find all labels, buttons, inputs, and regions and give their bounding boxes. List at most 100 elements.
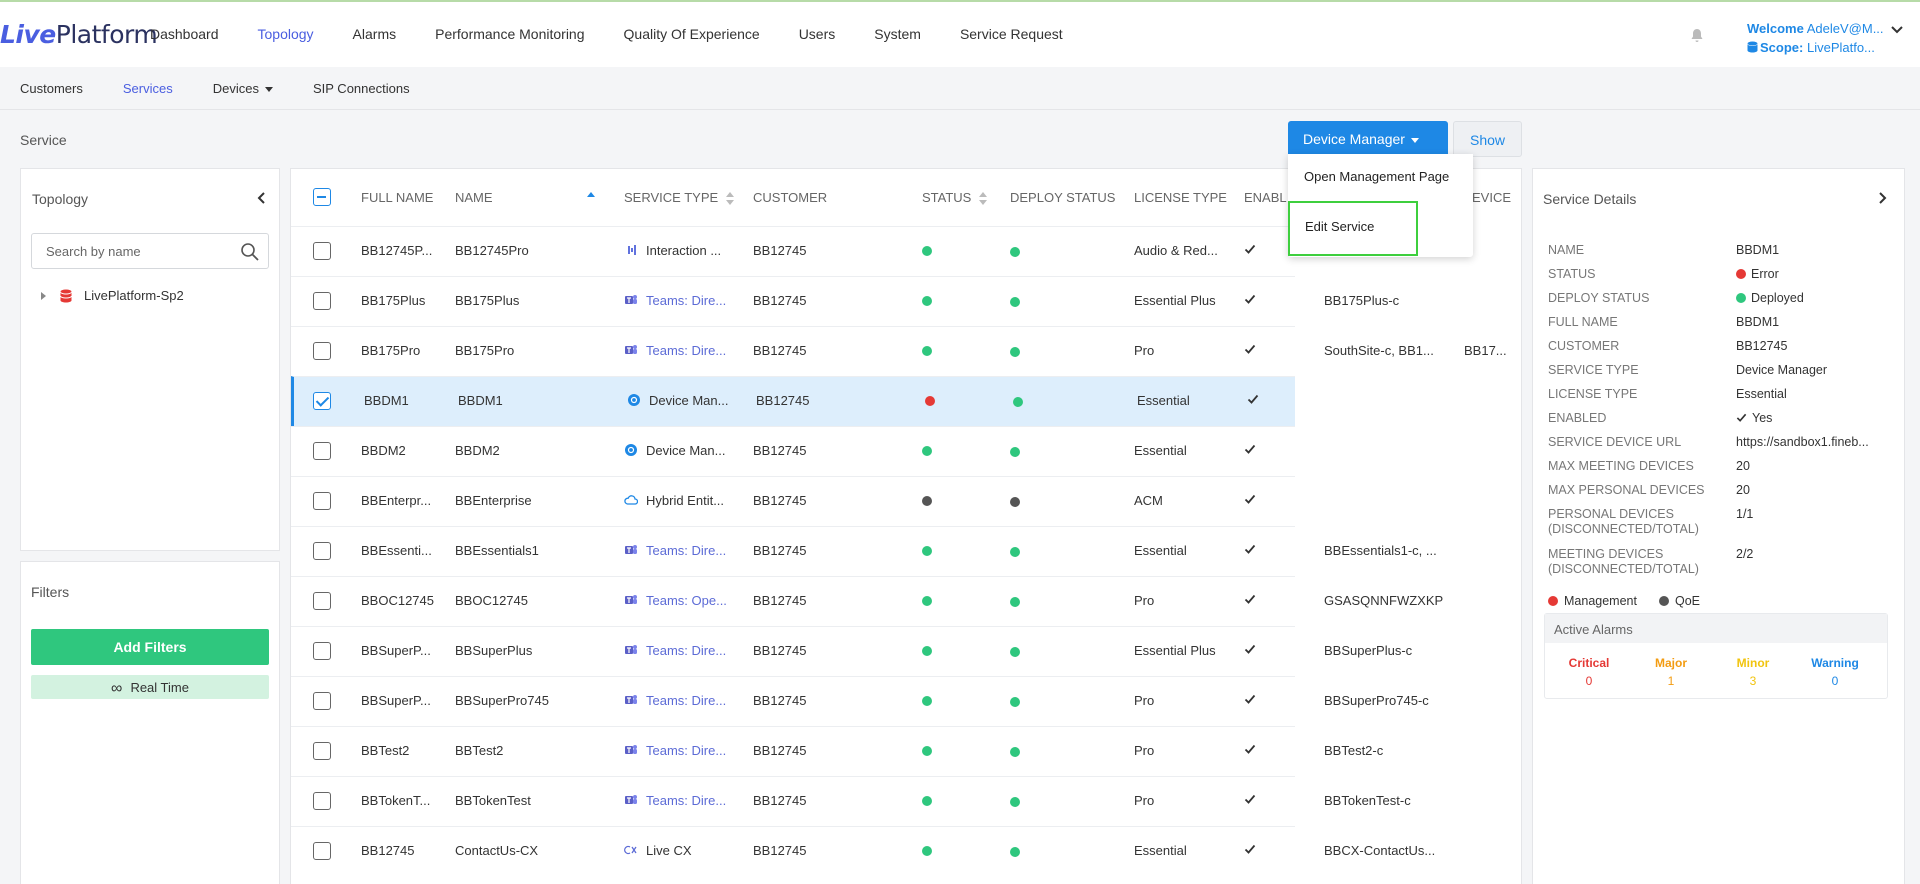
table-row[interactable]: BBOC12745 BBOC12745 Teams: Ope... BB12745 Pr… (291, 576, 1443, 626)
subnav-sip-connections[interactable]: SIP Connections (313, 81, 410, 96)
table-row[interactable]: BBSuperP... BBSuperPlus Teams: Dire... BB12… (291, 626, 1412, 676)
row-checkbox[interactable] (313, 692, 331, 710)
sort-icon[interactable] (726, 191, 735, 206)
row-checkbox[interactable] (313, 242, 331, 260)
row-checkbox[interactable] (313, 792, 331, 810)
sort-icon[interactable] (586, 191, 595, 206)
cell-service-type[interactable]: Teams: Dire... (624, 293, 739, 308)
table-row[interactable]: BBEssenti... BBEssentials1 Teams: Dire... B… (291, 526, 1437, 576)
bell-icon[interactable] (1690, 28, 1704, 44)
nav-item-system[interactable]: System (874, 26, 921, 42)
cell-service-type[interactable]: Teams: Dire... (624, 343, 739, 358)
select-all-checkbox[interactable] (313, 188, 331, 206)
infinity-icon: ∞ (111, 680, 123, 697)
service-type-label: Live CX (646, 843, 692, 858)
nav-item-alarms[interactable]: Alarms (353, 26, 397, 42)
column-header-full-name[interactable]: FULL NAME (361, 169, 433, 226)
table-row[interactable]: BB12745P... BB12745Pro Interaction ... BB12… (291, 226, 1295, 276)
cell-service-type[interactable]: Teams: Dire... (624, 693, 739, 708)
nav-item-topology[interactable]: Topology (258, 26, 314, 42)
tree-item-root[interactable]: LivePlatform-Sp2 (41, 288, 184, 303)
table-row[interactable]: BBSuperP... BBSuperPro745 Teams: Dire... BB… (291, 676, 1429, 726)
chevron-down-icon[interactable] (1890, 23, 1904, 37)
column-header-license-type[interactable]: LICENSE TYPE (1134, 169, 1227, 226)
device-manager-button[interactable]: Device Manager (1288, 121, 1448, 155)
subnav-devices[interactable]: Devices (213, 81, 273, 96)
row-checkbox[interactable] (313, 442, 331, 460)
table-row[interactable]: BB175Pro BB175Pro Teams: Dire... BB12745 Pro… (291, 326, 1507, 376)
cell-full-name: BBEnterpr... (361, 493, 432, 508)
alarm-minor[interactable]: Minor 3 (1713, 656, 1793, 688)
table-row[interactable]: BBDM2 BBDM2 Device Man... BB12745 Essential (291, 426, 1295, 476)
column-label: DEPLOY STATUS (1010, 190, 1116, 205)
column-header-service-type[interactable]: SERVICE TYPE (624, 169, 735, 226)
detail-value-text: BBDM1 (1736, 243, 1780, 257)
column-label: LICENSE TYPE (1134, 190, 1227, 205)
menu-item-edit-service[interactable]: Edit Service (1288, 201, 1418, 256)
real-time-toggle[interactable]: ∞ Real Time (31, 675, 269, 699)
table-row[interactable]: BBTest2 BBTest2 Teams: Dire... BB12745 Pro BB… (291, 726, 1383, 776)
user-info[interactable]: Welcome AdeleV@M... Scope: LivePlatfo... (1747, 19, 1884, 57)
nav-item-service-request[interactable]: Service Request (960, 26, 1063, 42)
chevron-left-icon[interactable] (255, 191, 269, 205)
cell-customer: BB12745 (753, 593, 807, 608)
row-checkbox[interactable] (313, 542, 331, 560)
tree-item-label: LivePlatform-Sp2 (84, 288, 184, 303)
row-checkbox[interactable] (313, 842, 331, 860)
row-checkbox[interactable] (313, 742, 331, 760)
alarm-warning[interactable]: Warning 0 (1795, 656, 1875, 688)
cell-service-type[interactable]: Teams: Dire... (624, 643, 739, 658)
row-checkbox[interactable] (313, 392, 331, 410)
nav-item-users[interactable]: Users (799, 26, 836, 42)
menu-item-open-management-page[interactable]: Open Management Page (1304, 169, 1449, 184)
column-header-status[interactable]: STATUS (922, 169, 988, 226)
service-details-panel: Service Details NAME BBDM1 STATUS Error DEPL… (1532, 168, 1905, 884)
search-input[interactable] (46, 244, 236, 259)
service-type-label: Teams: Dire... (646, 693, 727, 708)
deploy-status-dot (1010, 547, 1020, 557)
column-header-customer[interactable]: CUSTOMER (753, 169, 827, 226)
cell-service-type[interactable]: Teams: Dire... (624, 543, 739, 558)
deploy-status-dot (1010, 247, 1020, 257)
row-checkbox[interactable] (313, 492, 331, 510)
row-checkbox[interactable] (313, 592, 331, 610)
chevron-right-icon[interactable] (1875, 191, 1889, 205)
table-row[interactable]: BB175Plus BB175Plus Teams: Dire... BB12745 E… (291, 276, 1399, 326)
column-label: EVICE (1472, 190, 1512, 205)
nav-item-dashboard[interactable]: Dashboard (150, 26, 219, 42)
show-button[interactable]: Show (1453, 121, 1522, 157)
cell-license-type: Essential Plus (1134, 643, 1216, 658)
table-row[interactable]: BBDM1 BBDM1 Device Man... BB12745 Essential (291, 376, 1295, 426)
subnav-customers[interactable]: Customers (20, 81, 83, 96)
expand-icon[interactable] (41, 291, 46, 300)
waveform-icon (628, 245, 636, 255)
detail-key: SERVICE DEVICE URL (1548, 435, 1682, 449)
add-filters-button[interactable]: Add Filters (31, 629, 269, 665)
column-header-name[interactable]: NAME (455, 169, 595, 226)
nav-item-quality-of-experience[interactable]: Quality Of Experience (624, 26, 760, 42)
table-row[interactable]: BBTokenT... BBTokenTest Teams: Dire... BB12… (291, 776, 1411, 826)
alarm-critical[interactable]: Critical 0 (1549, 656, 1629, 688)
cell-extra: BB17... (1464, 343, 1507, 358)
nav-item-performance-monitoring[interactable]: Performance Monitoring (435, 26, 584, 42)
cell-customer: BB12745 (753, 343, 807, 358)
subnav-services[interactable]: Services (123, 81, 173, 96)
row-checkbox[interactable] (313, 292, 331, 310)
app-logo[interactable]: LivePlatform (0, 20, 158, 49)
cell-service-type: Device Man... (627, 393, 742, 408)
sort-icon[interactable] (979, 191, 988, 206)
row-checkbox[interactable] (313, 342, 331, 360)
cell-service-type[interactable]: Teams: Dire... (624, 793, 739, 808)
cell-service-type[interactable]: Teams: Dire... (624, 743, 739, 758)
detail-value-text: Essential (1736, 387, 1787, 401)
table-row[interactable]: BB12745 ContactUs-CX Live CX BB12745 Essenti… (291, 826, 1435, 876)
table-row[interactable]: BBEnterpr... BBEnterprise Hybrid Entit... B… (291, 476, 1295, 526)
alarm-major[interactable]: Major 1 (1631, 656, 1711, 688)
cell-service-type[interactable]: Teams: Ope... (624, 593, 739, 608)
search-icon[interactable] (240, 242, 260, 262)
column-header-deploy-status[interactable]: DEPLOY STATUS (1010, 169, 1115, 226)
row-checkbox[interactable] (313, 642, 331, 660)
column-header-devices[interactable]: EVICE (1472, 169, 1511, 226)
column-header-enabled[interactable]: ENABL (1244, 169, 1287, 226)
status-dot (922, 496, 932, 506)
